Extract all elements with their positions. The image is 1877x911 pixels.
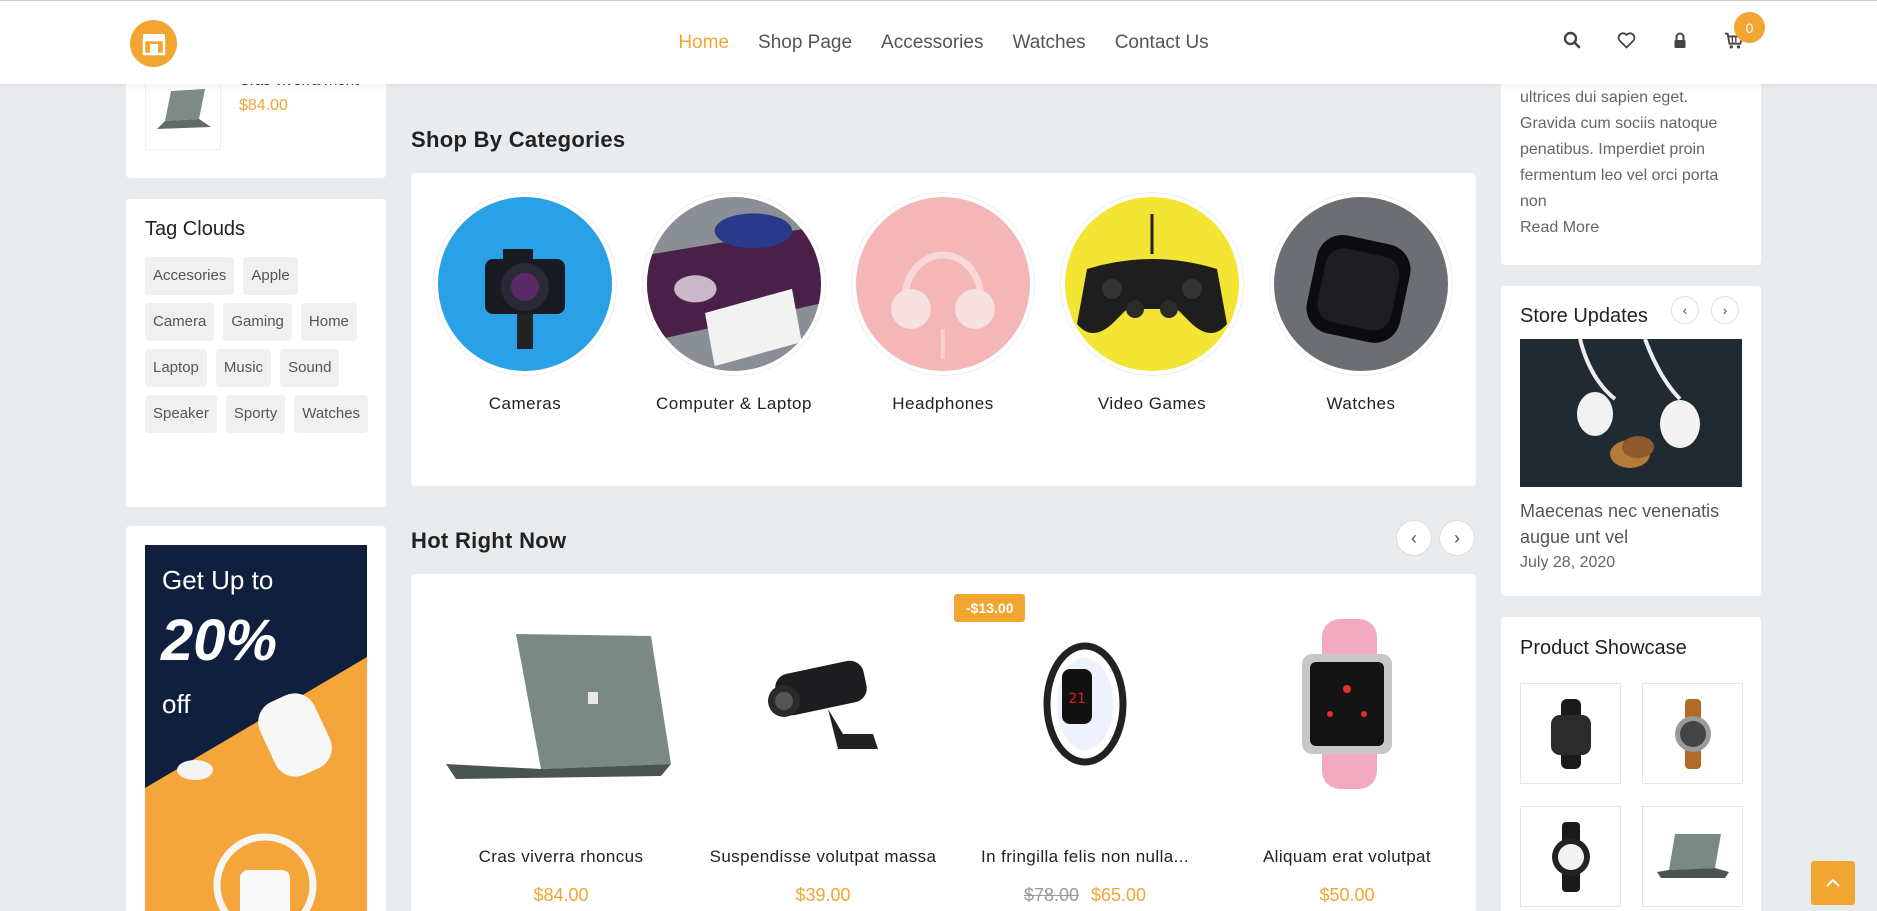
banner-line-1: Get Up to xyxy=(162,565,274,595)
updates-next-arrow-icon[interactable]: › xyxy=(1711,296,1739,324)
product-image[interactable] xyxy=(1216,619,1478,789)
about-text: ultrices dui sapien eget. Gravida cum so… xyxy=(1520,89,1719,210)
category-image[interactable] xyxy=(1061,193,1243,375)
hot-right-now-title: Hot Right Now xyxy=(411,528,567,553)
category-label[interactable]: Computer & Laptop xyxy=(639,391,829,417)
store-updates-title: Store Updates xyxy=(1520,305,1648,327)
category-label[interactable]: Video Games xyxy=(1057,391,1247,417)
product-showcase-panel: Product Showcase xyxy=(1501,617,1761,911)
promo-banner[interactable]: Get Up to 20% off xyxy=(145,545,367,911)
tag-accesories[interactable]: Accesories xyxy=(145,257,235,295)
wishlist-heart-icon[interactable] xyxy=(1616,30,1636,50)
back-to-top-button[interactable] xyxy=(1811,861,1855,905)
showcase-item[interactable] xyxy=(1520,806,1621,907)
category-headphones[interactable]: Headphones xyxy=(848,193,1038,417)
category-image[interactable] xyxy=(643,193,825,375)
category-image[interactable] xyxy=(852,193,1034,375)
svg-text:21: 21 xyxy=(1069,691,1086,707)
update-image[interactable] xyxy=(1520,339,1742,487)
about-panel: ultrices dui sapien eget. Gravida cum so… xyxy=(1501,60,1761,265)
tag-sound[interactable]: Sound xyxy=(280,349,340,387)
category-label[interactable]: Cameras xyxy=(430,391,620,417)
tag-watches[interactable]: Watches xyxy=(294,395,369,433)
shop-by-categories-title: Shop By Categories xyxy=(411,127,626,152)
product-name[interactable]: Suspendisse volutpat massa xyxy=(692,847,954,867)
nav-home[interactable]: Home xyxy=(678,32,729,54)
category-image[interactable] xyxy=(434,193,616,375)
showcase-item[interactable] xyxy=(1520,683,1621,784)
categories-panel: Cameras Computer & Laptop Headphones Vid… xyxy=(411,173,1476,486)
product-current-price: $65.00 xyxy=(1091,885,1147,905)
promo-banner-panel: Get Up to 20% off xyxy=(126,526,386,911)
category-watches[interactable]: Watches xyxy=(1266,193,1456,417)
tag-home[interactable]: Home xyxy=(300,303,357,341)
product-image[interactable]: 21 xyxy=(954,619,1216,789)
product-price: $39.00 xyxy=(692,885,954,906)
tag-camera[interactable]: Camera xyxy=(145,303,215,341)
lock-icon[interactable] xyxy=(1670,30,1690,50)
category-label[interactable]: Headphones xyxy=(848,391,1038,417)
product-price: $84.00 xyxy=(239,97,288,114)
category-cameras[interactable]: Cameras xyxy=(430,193,620,417)
cart-count-badge: 0 xyxy=(1734,12,1765,43)
search-icon[interactable] xyxy=(1562,30,1582,50)
showcase-item[interactable] xyxy=(1642,683,1743,784)
update-title[interactable]: Maecenas nec venenatis augue unt vel xyxy=(1520,498,1742,550)
product-current-price: $84.00 xyxy=(533,885,589,905)
site-header: Home Shop Page Accessories Watches Conta… xyxy=(0,0,1877,84)
chevron-up-icon xyxy=(1826,878,1840,887)
product-card[interactable]: 21 In fringilla felis non nulla... $78.0… xyxy=(954,574,1216,911)
product-current-price: $50.00 xyxy=(1319,885,1375,905)
sale-badge: -$13.00 xyxy=(954,594,1026,622)
product-name[interactable]: Aliquam erat volutpat xyxy=(1216,847,1478,867)
product-current-price: $39.00 xyxy=(795,885,851,905)
product-old-price: $78.00 xyxy=(1023,885,1079,905)
tag-list: Accesories Apple Camera Gaming Home Lapt… xyxy=(145,257,375,433)
product-price: $84.00 xyxy=(430,885,692,906)
product-card[interactable]: Aliquam erat volutpat $50.00 xyxy=(1216,574,1478,911)
product-price: $50.00 xyxy=(1216,885,1478,906)
product-card[interactable]: Cras viverra rhoncus $84.00 xyxy=(430,574,692,911)
nav-accessories[interactable]: Accessories xyxy=(881,32,983,54)
category-video-games[interactable]: Video Games xyxy=(1057,193,1247,417)
update-date: July 28, 2020 xyxy=(1520,554,1616,571)
category-image[interactable] xyxy=(1270,193,1452,375)
banner-line-3: off xyxy=(162,689,191,719)
nav-contact-us[interactable]: Contact Us xyxy=(1115,32,1209,54)
banner-discount: 20% xyxy=(161,608,278,673)
tag-sporty[interactable]: Sporty xyxy=(225,395,286,433)
tag-speaker[interactable]: Speaker xyxy=(145,395,217,433)
nav-shop-page[interactable]: Shop Page xyxy=(758,32,852,54)
showcase-item[interactable] xyxy=(1642,806,1743,907)
tag-gaming[interactable]: Gaming xyxy=(223,303,292,341)
hot-prev-arrow-icon[interactable]: ‹ xyxy=(1396,520,1432,556)
read-more-link[interactable]: Read More xyxy=(1520,219,1599,237)
tag-clouds-panel: Tag Clouds Accesories Apple Camera Gamin… xyxy=(126,199,386,507)
tag-apple[interactable]: Apple xyxy=(243,257,298,295)
tag-clouds-title: Tag Clouds xyxy=(145,218,246,240)
product-image[interactable] xyxy=(692,619,954,789)
product-card[interactable]: Suspendisse volutpat massa $39.00 xyxy=(692,574,954,911)
category-computer-laptop[interactable]: Computer & Laptop xyxy=(639,193,829,417)
category-label[interactable]: Watches xyxy=(1266,391,1456,417)
product-showcase-title: Product Showcase xyxy=(1520,637,1687,659)
hot-next-arrow-icon[interactable]: › xyxy=(1439,520,1475,556)
tag-laptop[interactable]: Laptop xyxy=(145,349,207,387)
product-name[interactable]: In fringilla felis non nulla... xyxy=(954,847,1216,867)
updates-prev-arrow-icon[interactable]: ‹ xyxy=(1671,296,1699,324)
nav-watches[interactable]: Watches xyxy=(1012,32,1085,54)
product-name[interactable]: Cras viverra rhoncus xyxy=(430,847,692,867)
product-image[interactable] xyxy=(430,619,692,789)
hot-products-panel: Cras viverra rhoncus $84.00 Suspendisse … xyxy=(411,574,1476,911)
product-price: $78.00 $65.00 xyxy=(954,885,1216,906)
tag-music[interactable]: Music xyxy=(215,349,272,387)
store-updates-panel: Store Updates ‹ › Maecenas nec venenatis… xyxy=(1501,286,1761,596)
